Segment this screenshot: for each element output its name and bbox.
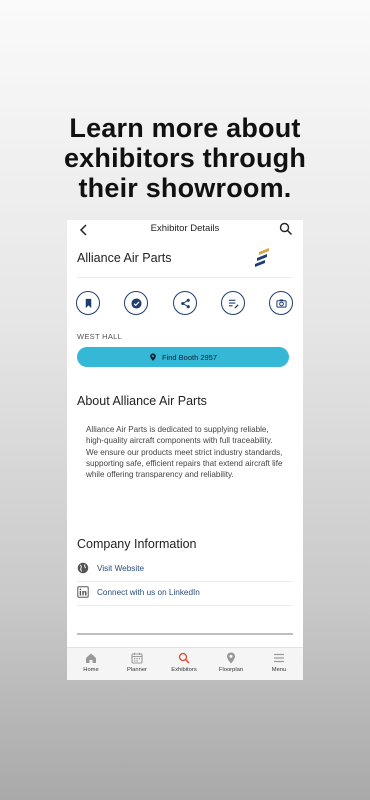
tab-home[interactable]: Home [68, 652, 114, 673]
check-circle-icon [130, 297, 142, 309]
visited-button[interactable] [124, 291, 148, 315]
search-icon [178, 652, 190, 664]
phone-screen: Exhibitor Details Alliance Air Parts WES… [67, 220, 303, 680]
exhibitor-name: Alliance Air Parts [77, 251, 172, 265]
visit-website-label: Visit Website [97, 564, 145, 573]
find-booth-button[interactable]: Find Booth 2957 [77, 347, 289, 367]
headline-line-1: Learn more about [69, 113, 301, 143]
search-icon[interactable] [279, 222, 293, 236]
tab-menu-label: Menu [271, 667, 287, 673]
tab-planner-label: Planner [127, 667, 147, 673]
home-icon [86, 653, 96, 663]
tab-planner[interactable]: Planner [114, 652, 160, 673]
tab-menu[interactable]: Menu [256, 652, 302, 673]
camera-icon [275, 298, 287, 308]
map-pin-icon [227, 652, 235, 664]
exhibitor-logo [255, 248, 269, 267]
headline: Learn more about exhibitors through thei… [0, 113, 370, 203]
hall-label: WEST HALL [77, 332, 123, 341]
note-edit-icon [228, 299, 239, 309]
map-pin-icon [150, 353, 156, 361]
linkedin-icon [77, 586, 89, 598]
tab-exhibitors-label: Exhibitors [171, 667, 197, 673]
tab-floorplan[interactable]: Floorplan [208, 652, 254, 673]
tab-home-label: Home [83, 667, 99, 673]
visit-website-link[interactable]: Visit Website [77, 558, 293, 582]
find-booth-label: Find Booth 2957 [161, 352, 218, 362]
exhibitor-header: Alliance Air Parts [77, 248, 293, 278]
bookmark-flag-icon [85, 298, 91, 308]
bottom-tab-bar: Home Planner Exhibitors Floorplan Menu [67, 647, 303, 680]
company-info-heading: Company Information [77, 537, 197, 551]
linkedin-label: Connect with us on LinkedIn [97, 588, 200, 597]
headline-line-3: their showroom. [78, 173, 292, 203]
camera-button[interactable] [269, 291, 293, 315]
about-heading: About Alliance Air Parts [77, 394, 207, 408]
calendar-icon [131, 652, 143, 664]
share-button[interactable] [173, 291, 197, 315]
share-icon [180, 298, 190, 308]
about-description: Alliance Air Parts is dedicated to suppl… [86, 425, 283, 480]
tab-floorplan-label: Floorplan [218, 667, 244, 673]
page-title: Exhibitor Details [150, 223, 220, 234]
hamburger-icon [274, 653, 284, 663]
tab-exhibitors[interactable]: Exhibitors [161, 652, 207, 673]
top-bar: Exhibitor Details [67, 220, 303, 242]
section-divider [77, 633, 293, 635]
action-buttons [76, 291, 294, 315]
notes-button[interactable] [221, 291, 245, 315]
headline-line-2: exhibitors through [63, 143, 307, 173]
globe-icon [77, 562, 89, 574]
bookmark-button[interactable] [76, 291, 100, 315]
linkedin-link[interactable]: Connect with us on LinkedIn [77, 582, 293, 606]
